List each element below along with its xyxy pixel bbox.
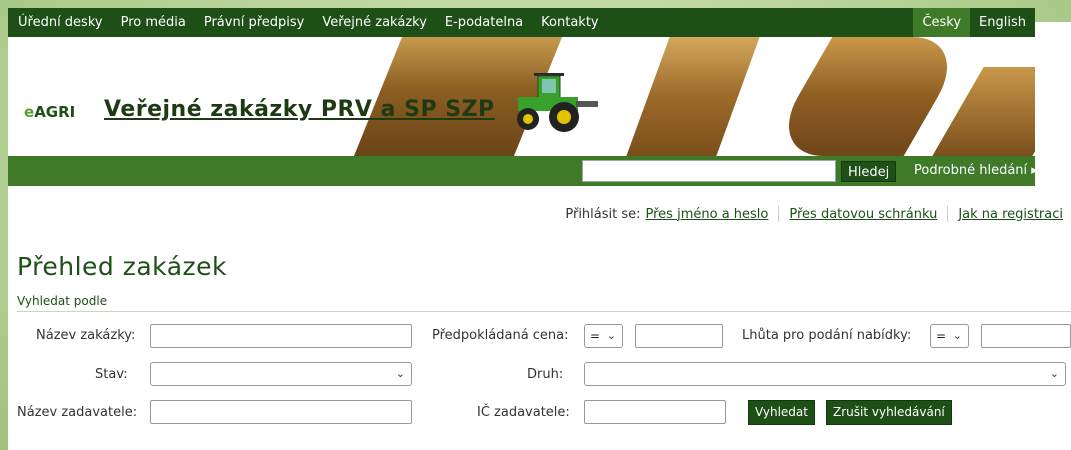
login-password-link[interactable]: Přes jméno a heslo: [646, 207, 769, 222]
type-select[interactable]: ⌄: [584, 362, 1066, 386]
bid-deadline-label: Lhůta pro podání nabídky:: [742, 328, 912, 343]
advanced-search-link[interactable]: Podrobné hledání ▸: [914, 156, 1038, 186]
expected-price-input[interactable]: [635, 324, 723, 348]
bid-deadline-input[interactable]: [981, 324, 1071, 348]
registration-howto-link[interactable]: Jak na registraci: [958, 207, 1063, 222]
divider: [17, 311, 1071, 312]
top-navigation: Úřední desky Pro média Právní předpisy V…: [8, 8, 1035, 37]
logo-letter-e: e: [24, 103, 35, 121]
site-title[interactable]: Veřejné zakázky PRV a SP SZP: [104, 97, 495, 122]
nav-item-uredni-desky[interactable]: Úřední desky: [8, 8, 112, 37]
search-submit-button[interactable]: Vyhledat: [748, 400, 815, 425]
separator: [947, 206, 949, 222]
banner-field-image: [763, 37, 973, 156]
separator: [778, 206, 780, 222]
search-button[interactable]: Hledej: [841, 161, 897, 182]
tractor-image: [517, 73, 598, 132]
chevron-down-icon: ⌄: [395, 367, 405, 380]
lang-english[interactable]: English: [970, 8, 1035, 37]
deadline-operator-select[interactable]: = ⌄: [930, 324, 969, 348]
login-links: Přihlásit se: Přes jméno a heslo Přes da…: [565, 206, 1063, 222]
cancel-search-button[interactable]: Zrušit vyhledávání: [826, 400, 952, 425]
chevron-down-icon: ⌄: [606, 329, 616, 342]
nav-item-verejne-zakazky[interactable]: Veřejné zakázky: [313, 8, 436, 37]
contractor-ico-label: IČ zadavatele:: [477, 405, 570, 420]
contract-name-label: Název zakázky:: [36, 328, 136, 343]
page-title: Přehled zakázek: [17, 252, 228, 281]
banner-field-image: [932, 67, 1035, 156]
search-input[interactable]: [582, 160, 836, 182]
search-by-label: Vyhledat podle: [17, 294, 108, 308]
chevron-down-icon: ⌄: [952, 329, 962, 342]
login-label: Přihlásit se:: [565, 206, 641, 222]
status-select[interactable]: ⌄: [150, 362, 412, 386]
expected-price-label: Předpokládaná cena:: [432, 328, 569, 343]
price-operator-value: =: [590, 329, 601, 343]
search-bar: Hledej Podrobné hledání ▸: [8, 156, 1038, 186]
login-databox-link[interactable]: Přes datovou schránku: [789, 207, 937, 222]
contract-name-input[interactable]: [150, 324, 412, 348]
contractor-ico-input[interactable]: [584, 400, 726, 424]
price-operator-select[interactable]: = ⌄: [584, 324, 623, 348]
nav-item-pravni-predpisy[interactable]: Právní předpisy: [195, 8, 314, 37]
language-switcher: Česky English: [913, 8, 1035, 37]
nav-item-kontakty[interactable]: Kontakty: [532, 8, 607, 37]
type-label: Druh:: [527, 367, 564, 382]
contractor-name-label: Název zadavatele:: [17, 405, 138, 420]
lang-czech[interactable]: Česky: [913, 8, 971, 37]
eagri-logo[interactable]: eAGRI: [24, 103, 75, 121]
chevron-down-icon: ⌄: [1049, 367, 1059, 380]
deadline-operator-value: =: [936, 329, 947, 343]
nav-item-pro-media[interactable]: Pro média: [112, 8, 195, 37]
logo-agri-text: AGRI: [34, 103, 76, 121]
status-label: Stav:: [95, 367, 128, 382]
contractor-name-input[interactable]: [150, 400, 412, 424]
banner-field-image: [626, 37, 760, 156]
nav-item-e-podatelna[interactable]: E-podatelna: [436, 8, 532, 37]
header-banner: eAGRI Veřejné zakázky PRV a SP SZP: [8, 37, 1035, 156]
